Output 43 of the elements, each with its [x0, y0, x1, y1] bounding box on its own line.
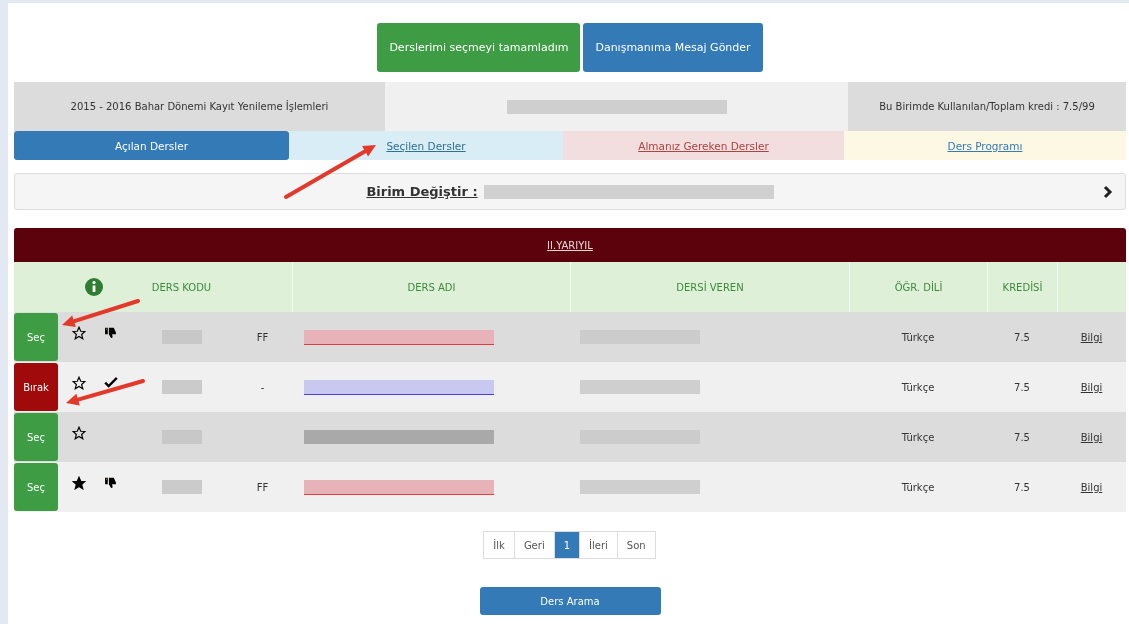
info-link[interactable]: Bilgi [1080, 481, 1103, 493]
credit-cell-text: 7.5 [1013, 380, 1031, 395]
redacted-text [161, 380, 202, 394]
info-icon [85, 278, 103, 296]
redacted-text [161, 480, 202, 494]
thumbs-down-icon[interactable] [104, 326, 117, 339]
star-icon[interactable] [72, 476, 86, 490]
thumbs-down-icon[interactable] [104, 476, 117, 489]
language-cell-text: Türkçe [900, 480, 936, 495]
grade-text: FF [256, 331, 269, 343]
language-cell-text: Türkçe [900, 430, 936, 445]
credit-cell-text: 7.5 [1013, 330, 1031, 345]
info-link[interactable]: Bilgi [1080, 431, 1103, 443]
tab[interactable]: Seçilen Dersler [289, 131, 563, 160]
credit-cell-text: 7.5 [1013, 430, 1031, 445]
star-icon[interactable] [72, 426, 86, 440]
language-cell-text: Türkçe [900, 380, 936, 395]
credit-info: Bu Birimde Kullanılan/Toplam kredi : 7.5/99 [848, 82, 1126, 131]
drop-button[interactable]: Bırak [14, 363, 58, 411]
search-button[interactable]: Ders Arama [479, 587, 661, 615]
credit-cell-text: 7.5 [1013, 480, 1031, 495]
star-icon[interactable] [72, 326, 86, 340]
info-link[interactable]: Bilgi [1080, 381, 1103, 393]
grade-text: - [260, 381, 265, 393]
check-icon [104, 376, 118, 388]
semester-link[interactable]: II.YARIYIL [547, 239, 593, 251]
unit-bar[interactable]: Birim Değiştir : [14, 173, 1126, 210]
language-cell-text: Türkçe [900, 330, 936, 345]
page-button[interactable]: Son [616, 531, 656, 559]
tab[interactable]: Ders Programı [844, 131, 1126, 160]
grade-text: FF [256, 481, 269, 493]
tab[interactable]: Almanız Gereken Dersler [563, 131, 844, 160]
page-button[interactable]: İleri [579, 531, 618, 559]
unit-label: Birim Değiştir : [366, 184, 478, 199]
info-link[interactable]: Bilgi [1080, 331, 1103, 343]
chevron-right-icon[interactable] [1103, 185, 1113, 199]
top-button[interactable]: Danışmanıma Mesaj Gönder [583, 23, 763, 72]
tab[interactable]: Açılan Dersler [14, 131, 289, 160]
page-button[interactable]: Geri [513, 531, 555, 559]
page-button[interactable]: İlk [483, 531, 515, 559]
column-header: DERS KODU [150, 280, 213, 295]
star-icon[interactable] [72, 376, 86, 390]
term-title: 2015 - 2016 Bahar Dönemi Kayıt Yenileme İşlemleri [14, 82, 385, 131]
